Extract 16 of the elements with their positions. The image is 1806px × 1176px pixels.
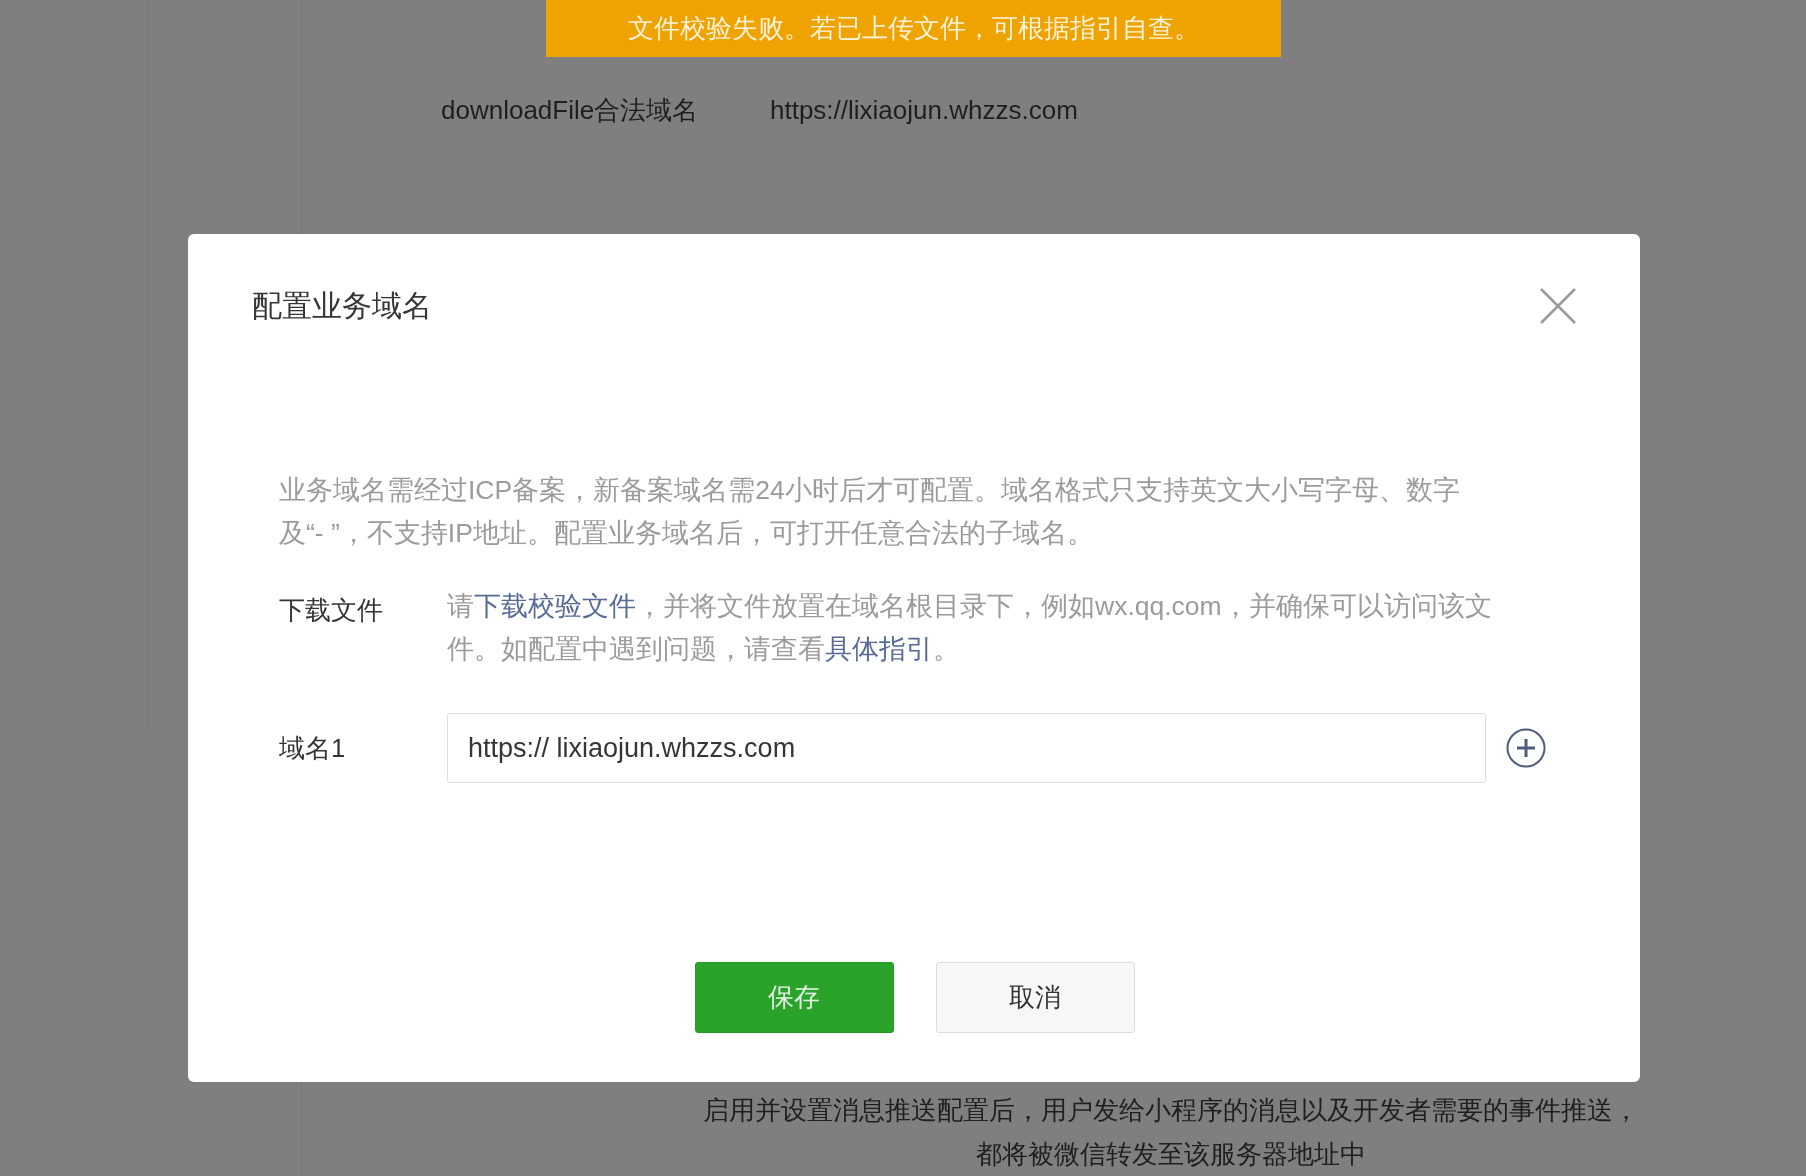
domain-input-field[interactable]: https:// lixiaojun.whzzs.com xyxy=(447,713,1486,783)
intro-text: 业务域名需经过ICP备案，新备案域名需24小时后才可配置。域名格式只支持英文大小写字母、数字及“- ”，不支持IP地址。配置业务域名后，可打开任意合法的子域名。 xyxy=(279,474,1461,550)
link[interactable]: 下载校验文件 xyxy=(474,591,636,621)
add-icon[interactable] xyxy=(1506,728,1546,768)
field-label: 下载文件 xyxy=(279,595,384,626)
save-button[interactable]: 保存 xyxy=(694,962,894,1033)
setting-label: downloadFile合法域名 xyxy=(441,94,700,127)
download-instructions: 请下载校验文件，并将文件放置在域名根目录下，例如wx.qq.com，并确保可以访问该文件。如配置中遇到问题，请查看具体指引。 xyxy=(447,590,1493,666)
error-banner: 文件校验失败。若已上传文件，可根据指引自查。 xyxy=(546,0,1281,57)
push-config-note: 启用并设置消息推送配置后，用户发给小程序的消息以及开发者需要的事件推送，都将被微信转发至该服务器地址中 xyxy=(702,1094,1639,1171)
setting-value: https://lixiaojun.whzzs.com xyxy=(770,94,1078,127)
cancel-button[interactable]: 取消 xyxy=(935,962,1135,1033)
dialog-title: 配置业务域名 xyxy=(252,288,432,324)
close-button[interactable] xyxy=(1539,287,1577,325)
field-label: 域名1 xyxy=(279,732,347,764)
link[interactable]: 具体指引 xyxy=(825,634,933,664)
